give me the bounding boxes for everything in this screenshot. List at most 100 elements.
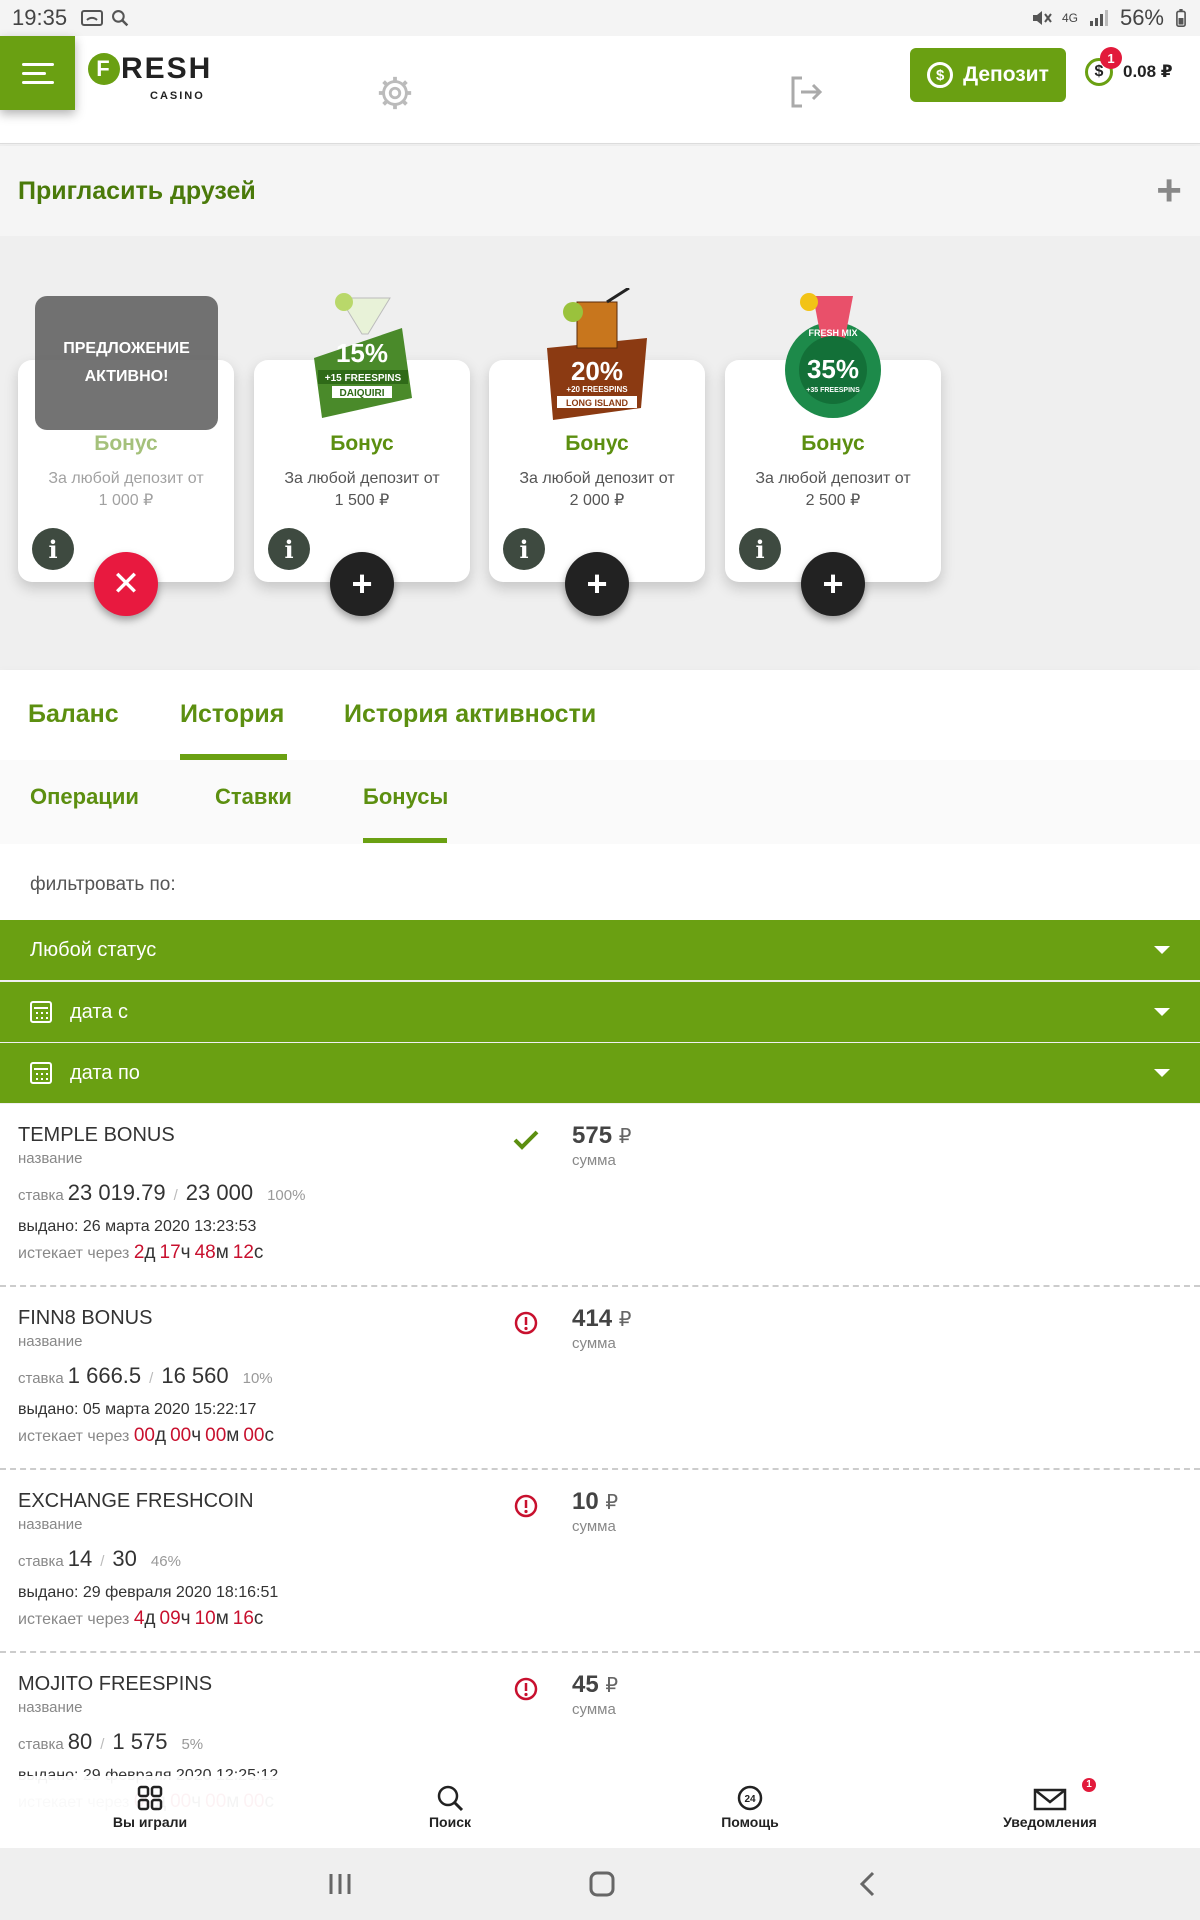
calendar-icon [30, 1001, 52, 1023]
bonus-card[interactable]: 20% +20 FREESPINS LONG ISLAND Бонус За л… [489, 288, 705, 616]
expiry-countdown: истекает через 00д00ч00м00с [18, 1425, 274, 1446]
info-button[interactable]: i [32, 528, 74, 570]
info-button[interactable]: i [739, 528, 781, 570]
logout-icon[interactable] [788, 74, 824, 110]
list-item[interactable]: FINN8 BONUS название 414 ₽ сумма ставка 1… [0, 1287, 1200, 1470]
activate-bonus-button[interactable]: + [565, 552, 629, 616]
bonus-name: EXCHANGE FRESHCOIN [18, 1490, 254, 1512]
info-button[interactable]: i [268, 528, 310, 570]
svg-text:20%: 20% [571, 356, 623, 386]
svg-text:DAIQUIRI: DAIQUIRI [340, 388, 385, 399]
activate-bonus-button[interactable]: + [801, 552, 865, 616]
bonus-amount: 414 ₽ [572, 1305, 632, 1332]
fresh-casino-logo[interactable]: F RESH CASINO [88, 52, 212, 102]
nav-search[interactable]: Поиск [400, 1784, 500, 1830]
bonus-card[interactable]: 15% +15 FREESPINS DAIQUIRI Бонус За любо… [254, 293, 470, 616]
expiry-countdown: истекает через 2д 17ч 48м 12с [18, 1242, 264, 1263]
battery-icon [1176, 9, 1186, 27]
calendar-icon [30, 1062, 52, 1084]
expiry-countdown: истекает через 4д 09ч 10м 16с [18, 1608, 264, 1629]
support-24-icon: 24 [737, 1785, 763, 1811]
gear-icon[interactable] [376, 74, 414, 112]
subtab-bonuses[interactable]: Бонусы [363, 784, 448, 810]
svg-text:+20 FREESPINS: +20 FREESPINS [566, 385, 628, 394]
svg-text:+15 FREESPINS: +15 FREESPINS [325, 373, 402, 384]
recent-apps-icon[interactable] [322, 1866, 358, 1902]
svg-text:35%: 35% [807, 354, 859, 384]
svg-text:FRESH MIX: FRESH MIX [808, 328, 857, 338]
wallet-balance[interactable]: $1 0.08 ₽ [1085, 47, 1173, 86]
bonus-desc: За любой депозит от 1 000 ₽ [48, 470, 204, 509]
search-icon [437, 1785, 464, 1812]
mute-icon [1032, 11, 1052, 25]
invite-friends-label: Пригласить друзей [18, 176, 256, 205]
offer-active-overlay: ПРЕДЛОЖЕНИЕ АКТИВНО! [35, 296, 218, 430]
status-time: 19:35 [12, 5, 68, 30]
tab-history[interactable]: История [180, 700, 284, 729]
bottom-navigation: Вы играли Поиск 24 Помощь 1 Уведомления [0, 1776, 1200, 1848]
list-item[interactable]: TEMPLE BONUS название 575 ₽ сумма ставка… [0, 1104, 1200, 1287]
balance-value: 0.08 ₽ [1123, 62, 1173, 81]
date-to-field[interactable]: дата по [0, 1043, 1200, 1103]
daiquiri-cocktail-image: 15% +15 FREESPINS DAIQUIRI [314, 293, 412, 418]
bonus-desc: За любой депозит от 1 500 ₽ [284, 470, 440, 509]
battery-label: 56% [1119, 5, 1164, 30]
status-filter-select[interactable]: Любой статус [0, 920, 1200, 980]
date-from-field[interactable]: дата с [0, 982, 1200, 1042]
stake-progress: ставка 14/30 46% [18, 1546, 181, 1571]
history-subtabs: Операции Ставки Бонусы [0, 760, 1200, 844]
bonus-name: FINN8 BONUS [18, 1307, 153, 1329]
envelope-icon [1033, 1788, 1067, 1811]
nav-help[interactable]: 24 Помощь [700, 1784, 800, 1830]
bonus-amount: 45 ₽ [572, 1671, 619, 1698]
deposit-button[interactable]: $ Депозит [910, 48, 1066, 102]
back-icon[interactable] [850, 1866, 886, 1902]
svg-text:+35 FREESPINS: +35 FREESPINS [806, 387, 860, 394]
chevron-down-icon [1154, 1069, 1170, 1077]
bonus-name: MOJITO FREESPINS [18, 1673, 213, 1695]
bonus-desc: За любой депозит от 2 000 ₽ [519, 470, 675, 509]
bonus-name: TEMPLE BONUS [18, 1124, 175, 1146]
home-icon[interactable] [584, 1866, 620, 1902]
issued-date: выдано: 05 марта 2020 15:22:17 [18, 1401, 257, 1418]
stake-progress: ставка 1 666.5/16 560 10% [18, 1363, 273, 1388]
bonus-title: Бонус [565, 432, 629, 455]
svg-text:LONG ISLAND: LONG ISLAND [566, 398, 628, 408]
chevron-down-icon [1154, 1008, 1170, 1016]
nav-played[interactable]: Вы играли [100, 1784, 200, 1830]
bonus-desc: За любой депозит от 2 500 ₽ [755, 470, 911, 509]
network-label: 4G [1061, 11, 1078, 25]
dollar-coin-icon: $1 [1085, 47, 1122, 86]
bonus-amount: 575 ₽ [572, 1122, 632, 1149]
invite-friends-bar[interactable]: Пригласить друзей + [0, 146, 1200, 236]
status-bar: 19:35 4G 56% [0, 0, 1200, 36]
notification-badge: 1 [1082, 1778, 1096, 1792]
warning-icon [514, 1677, 538, 1701]
grid-icon [137, 1785, 163, 1811]
filter-area [0, 844, 1200, 920]
system-navigation [0, 1848, 1200, 1920]
bonus-card[interactable]: FRESH MIX 35% +35 FREESPINS Бонус За люб… [725, 293, 941, 616]
subtab-bets[interactable]: Ставки [215, 784, 292, 810]
issued-date: выдано: 26 марта 2020 13:23:53 [18, 1218, 257, 1235]
subtab-operations[interactable]: Операции [30, 784, 139, 810]
long-island-cocktail-image: 20% +20 FREESPINS LONG ISLAND [547, 288, 647, 420]
bonus-history-list: TEMPLE BONUS название 575 ₽ сумма ставка… [0, 1104, 1200, 1836]
menu-button[interactable] [0, 36, 75, 110]
tab-balance[interactable]: Баланс [28, 700, 119, 729]
nav-notifications[interactable]: 1 Уведомления [990, 1778, 1110, 1830]
bonus-amount: 10 ₽ [572, 1488, 619, 1515]
chevron-down-icon [1154, 946, 1170, 954]
expand-plus-icon[interactable]: + [1156, 169, 1182, 213]
bonus-title: Бонус [330, 432, 394, 455]
cancel-bonus-button[interactable]: ✕ [94, 552, 158, 616]
menu-icon [21, 60, 54, 87]
stake-progress: ставка 23 019.79/23 000 100% [18, 1180, 306, 1205]
activate-bonus-button[interactable]: + [330, 552, 394, 616]
bonus-title: Бонус [94, 432, 158, 455]
list-item[interactable]: EXCHANGE FRESHCOIN название 10 ₽ сумма с… [0, 1470, 1200, 1653]
tab-activity-history[interactable]: История активности [344, 700, 596, 729]
fresh-mix-cocktail-image: FRESH MIX 35% +35 FREESPINS [785, 293, 881, 418]
info-button[interactable]: i [503, 528, 545, 570]
dollar-plus-icon: $ [927, 62, 954, 88]
